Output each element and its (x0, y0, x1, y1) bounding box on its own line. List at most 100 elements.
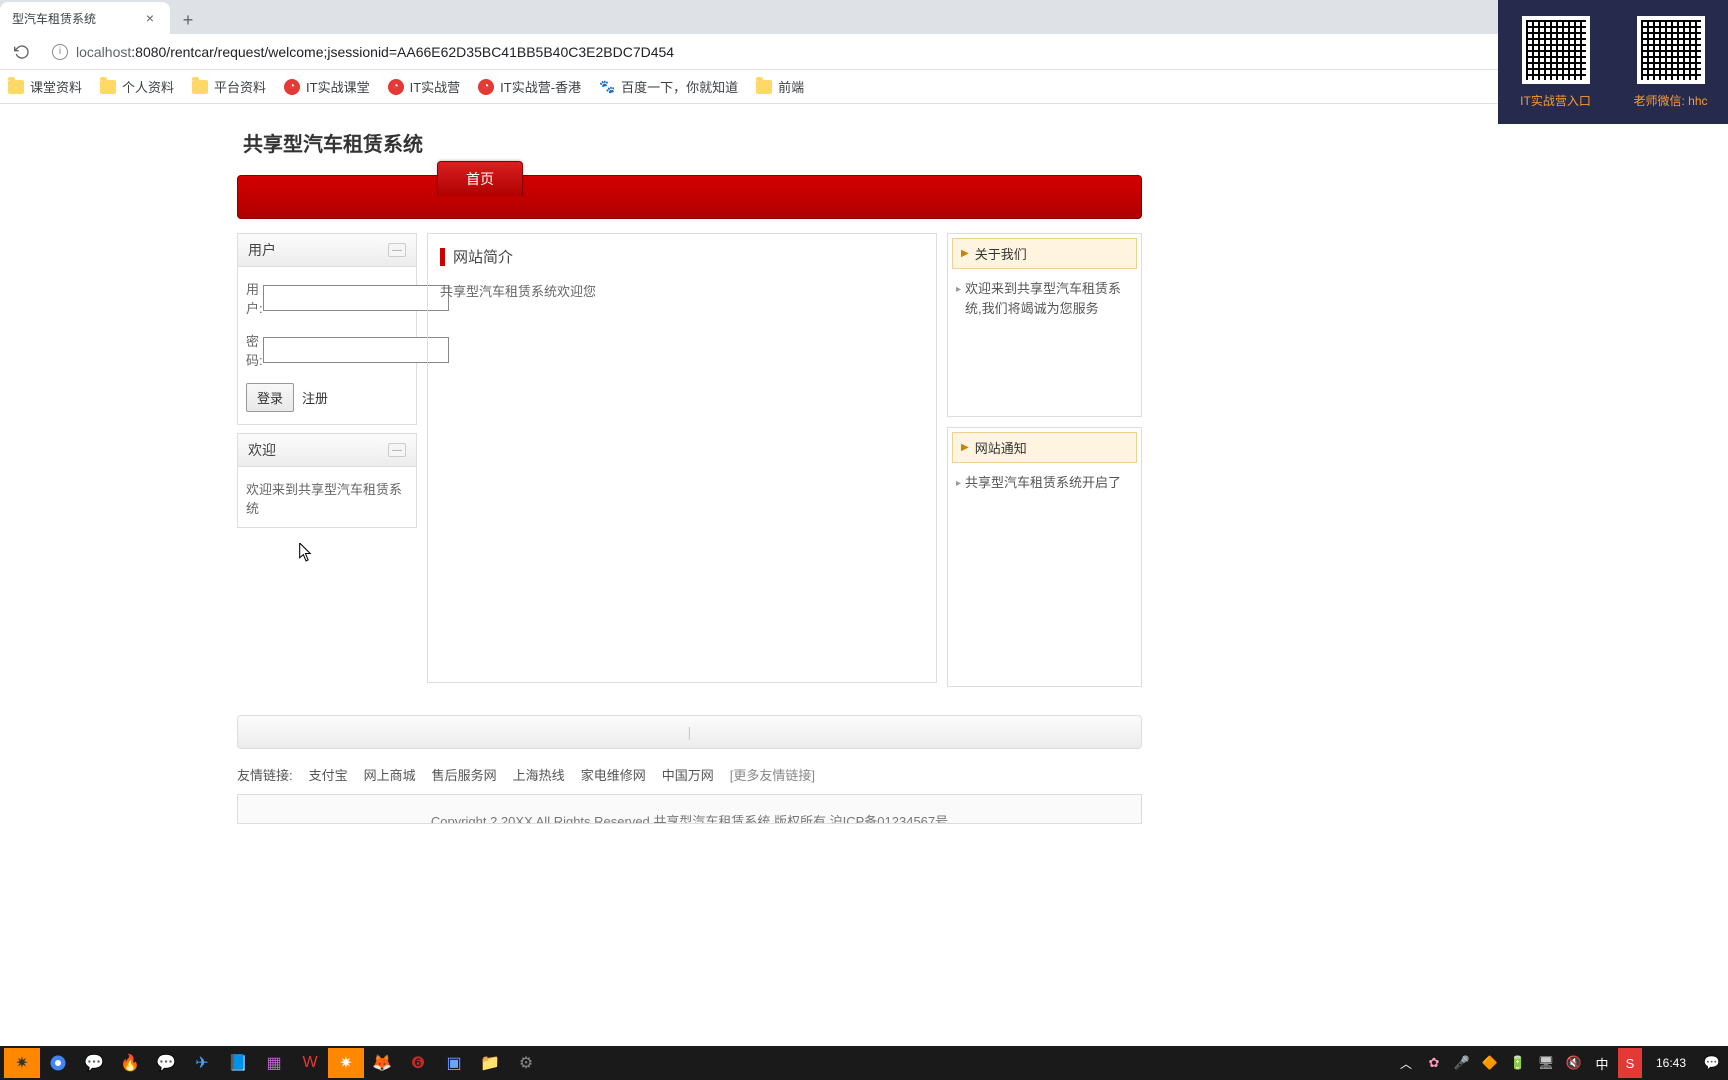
tray-battery-icon[interactable]: 🔋 (1506, 1048, 1530, 1078)
about-us-text: 欢迎来到共享型汽车租赁系统,我们将竭诚为您服务 (965, 279, 1133, 318)
tray-notifications-icon[interactable]: 💬 (1700, 1048, 1724, 1078)
panel-header-welcome: 欢迎 — (238, 434, 416, 467)
folder-icon (756, 80, 772, 94)
friend-link[interactable]: 支付宝 (309, 765, 348, 784)
bookmark-folder[interactable]: 前端 (756, 77, 804, 96)
tray-icon[interactable]: 🔶 (1478, 1048, 1502, 1078)
taskbar-intellij-icon[interactable]: ▦ (256, 1048, 292, 1078)
tray-icon[interactable]: ✿ (1422, 1048, 1446, 1078)
nav-bar (237, 175, 1142, 219)
folder-icon (100, 80, 116, 94)
taskbar-explorer-icon[interactable]: 📁 (472, 1048, 508, 1078)
site-info-icon[interactable]: i (52, 44, 68, 60)
bookmarks-bar: 课堂资料 个人资料 平台资料 ◔IT实战课堂 ◔IT实战营 ◔IT实战营-香港 … (0, 70, 1728, 104)
new-tab-button[interactable]: + (174, 6, 202, 34)
about-us-header: ▶ 关于我们 (952, 238, 1137, 269)
friend-link[interactable]: 家电维修网 (581, 765, 646, 784)
bookmark-folder[interactable]: 课堂资料 (8, 77, 82, 96)
taskbar: ✷ 💬 🔥 💬 ✈ 📘 ▦ W ✷ 🦊 ❻ ▣ 📁 ⚙ ︿ ✿ 🎤 🔶 🔋 🖥 … (0, 1046, 1728, 1080)
notice-header: ▶ 网站通知 (952, 432, 1137, 463)
tab-title: 型汽车租赁系统 (12, 10, 142, 27)
folder-icon (192, 80, 208, 94)
taskbar-wps-icon[interactable]: W (292, 1048, 328, 1078)
tray-ime-icon[interactable]: 中 (1590, 1048, 1614, 1078)
bullet-icon: ▸ (956, 282, 961, 318)
main-nav: 首页 (237, 175, 1142, 219)
friend-links-label: 友情链接: (237, 765, 293, 784)
welcome-text: 欢迎来到共享型汽车租赁系统 (246, 482, 402, 516)
username-input[interactable] (263, 285, 449, 311)
site-icon: ◔ (478, 79, 494, 95)
site-title: 共享型汽车租赁系统 (243, 128, 1142, 157)
taskbar-app-icon[interactable]: ▣ (436, 1048, 472, 1078)
nav-home-tab[interactable]: 首页 (437, 161, 523, 196)
taskbar-chrome-icon[interactable] (40, 1048, 76, 1078)
url-display[interactable]: localhost:8080/rentcar/request/welcome;j… (76, 44, 674, 60)
bookmark-link[interactable]: ◔IT实战营 (388, 77, 461, 96)
taskbar-app-icon[interactable]: 💬 (148, 1048, 184, 1078)
taskbar-app-icon[interactable]: 📘 (220, 1048, 256, 1078)
tray-expand-icon[interactable]: ︿ (1394, 1055, 1418, 1072)
bookmark-link[interactable]: ◔IT实战营-香港 (478, 77, 581, 96)
collapse-icon[interactable]: — (388, 243, 406, 257)
more-friend-links[interactable]: [更多友情链接] (730, 765, 815, 784)
welcome-panel: 欢迎 — 欢迎来到共享型汽车租赁系统 (237, 433, 417, 528)
user-login-panel: 用户 — 用户: 密码: 登录 (237, 233, 417, 425)
taskbar-netease-icon[interactable]: ❻ (400, 1048, 436, 1078)
notice-text: 共享型汽车租赁系统开启了 (965, 473, 1121, 493)
panel-header-user: 用户 — (238, 234, 416, 267)
folder-icon (8, 80, 24, 94)
site-icon: ◔ (284, 79, 300, 95)
password-label: 密码: (246, 331, 263, 369)
friend-links: 友情链接: 支付宝 网上商城 售后服务网 上海热线 家电维修网 中国万网 [更多… (237, 765, 1142, 784)
footer-separator: | (237, 715, 1142, 749)
login-button[interactable]: 登录 (246, 383, 294, 412)
username-label: 用户: (246, 279, 263, 317)
bookmark-link[interactable]: ◔IT实战课堂 (284, 77, 370, 96)
taskbar-wechat-icon[interactable]: 💬 (76, 1048, 112, 1078)
bookmark-link[interactable]: 🐾百度一下，你就知道 (599, 77, 738, 96)
friend-link[interactable]: 网上商城 (364, 765, 416, 784)
taskbar-firefox-icon[interactable]: 🦊 (364, 1048, 400, 1078)
bookmark-folder[interactable]: 个人资料 (100, 77, 174, 96)
collapse-icon[interactable]: — (388, 443, 406, 457)
friend-link[interactable]: 上海热线 (513, 765, 565, 784)
taskbar-app-icon[interactable]: ✷ (4, 1048, 40, 1078)
tray-network-icon[interactable]: 🖥 (1534, 1048, 1558, 1078)
browser-tab[interactable]: 型汽车租赁系统 × (0, 2, 170, 34)
friend-link[interactable]: 中国万网 (662, 765, 714, 784)
taskbar-app-icon[interactable]: ✷ (328, 1048, 364, 1078)
site-icon: ◔ (388, 79, 404, 95)
qr-overlay: IT实战营入口 老师微信: hhc (1498, 0, 1728, 124)
qr-code-icon (1637, 16, 1705, 84)
reload-button[interactable] (8, 38, 36, 66)
page-content: 共享型汽车租赁系统 首页 用户 — 用户: (0, 104, 1728, 824)
taskbar-clock[interactable]: 16:43 (1646, 1056, 1696, 1070)
bookmark-folder[interactable]: 平台资料 (192, 77, 266, 96)
qr-label: 老师微信: hhc (1633, 92, 1707, 109)
intro-text: 共享型汽车租赁系统欢迎您 (440, 281, 924, 300)
intro-panel: 网站简介 共享型汽车租赁系统欢迎您 (427, 233, 937, 683)
intro-title: 网站简介 (453, 246, 513, 267)
tray-sogou-icon[interactable]: S (1618, 1048, 1642, 1078)
arrow-icon: ▶ (961, 442, 969, 453)
tray-volume-icon[interactable]: 🔇 (1562, 1048, 1586, 1078)
taskbar-settings-icon[interactable]: ⚙ (508, 1048, 544, 1078)
notice-panel: ▶ 网站通知 ▸ 共享型汽车租赁系统开启了 (947, 427, 1142, 687)
password-input[interactable] (263, 337, 449, 363)
arrow-icon: ▶ (961, 248, 969, 259)
address-bar: i localhost:8080/rentcar/request/welcome… (0, 34, 1728, 70)
close-tab-icon[interactable]: × (142, 10, 158, 26)
browser-tab-strip: 型汽车租赁系统 × + (0, 0, 1728, 34)
taskbar-app-icon[interactable]: 🔥 (112, 1048, 148, 1078)
copyright: Copyright 2 20XX All Rights Reserved 共享型… (237, 794, 1142, 824)
tray-mic-icon[interactable]: 🎤 (1450, 1048, 1474, 1078)
register-link[interactable]: 注册 (302, 388, 328, 407)
baidu-icon: 🐾 (599, 79, 615, 95)
bullet-icon: ▸ (956, 476, 961, 493)
about-us-panel: ▶ 关于我们 ▸ 欢迎来到共享型汽车租赁系统,我们将竭诚为您服务 (947, 233, 1142, 417)
friend-link[interactable]: 售后服务网 (432, 765, 497, 784)
accent-bar (440, 248, 445, 266)
qr-code-icon (1522, 16, 1590, 84)
taskbar-app-icon[interactable]: ✈ (184, 1048, 220, 1078)
